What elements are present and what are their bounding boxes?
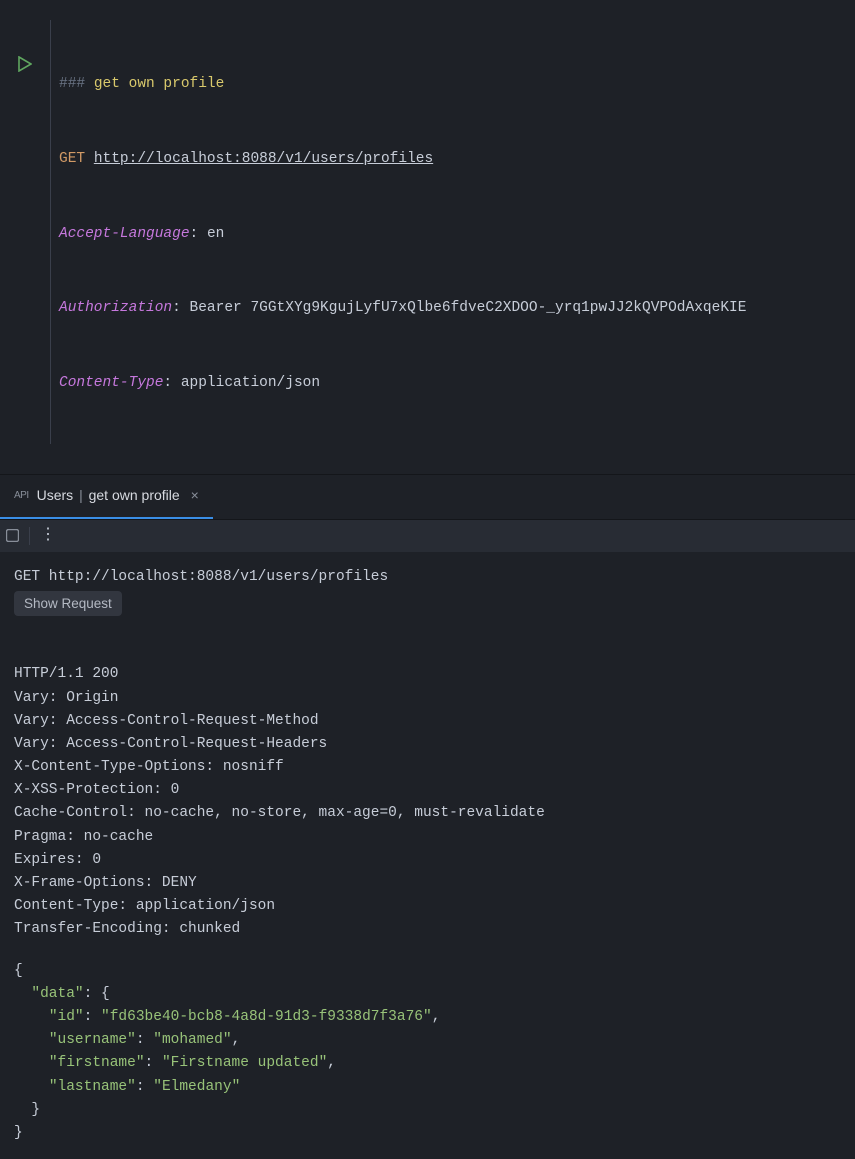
- json-line: "data": {: [14, 983, 841, 1006]
- stop-icon[interactable]: [6, 529, 19, 542]
- json-line: "firstname": "Firstname updated",: [14, 1052, 841, 1075]
- result-tab[interactable]: API Users | get own profile ×: [0, 475, 213, 519]
- json-line: {: [14, 960, 841, 983]
- response-pane[interactable]: GET http://localhost:8088/v1/users/profi…: [0, 552, 855, 1159]
- response-header: Expires: 0: [14, 849, 841, 872]
- json-line: "lastname": "Elmedany": [14, 1076, 841, 1099]
- more-options-icon[interactable]: ⋮: [40, 523, 56, 549]
- response-header: Cache-Control: no-cache, no-store, max-a…: [14, 802, 841, 825]
- result-tab-bar: API Users | get own profile ×: [0, 474, 855, 520]
- response-header: Content-Type: application/json: [14, 895, 841, 918]
- editor-gutter: [0, 0, 50, 444]
- request-line: GET http://localhost:8088/v1/users/profi…: [59, 145, 746, 173]
- json-line: "id": "fd63be40-bcb8-4a8d-91d3-f9338d7f3…: [14, 1006, 841, 1029]
- response-header: Transfer-Encoding: chunked: [14, 918, 841, 941]
- json-line: }: [14, 1122, 841, 1145]
- response-header: Vary: Access-Control-Request-Headers: [14, 733, 841, 756]
- response-request-line: GET http://localhost:8088/v1/users/profi…: [14, 566, 841, 589]
- json-line: "username": "mohamed",: [14, 1029, 841, 1052]
- tab-title-sep: |: [79, 487, 83, 503]
- response-status: HTTP/1.1 200: [14, 663, 841, 686]
- close-icon[interactable]: ×: [191, 484, 199, 506]
- api-icon: API: [14, 488, 29, 504]
- http-request-source[interactable]: ### get own profile GET http://localhost…: [51, 0, 746, 444]
- show-request-button[interactable]: Show Request: [14, 591, 122, 617]
- response-header: Pragma: no-cache: [14, 826, 841, 849]
- response-header: X-Frame-Options: DENY: [14, 872, 841, 895]
- request-header: Accept-Language: en: [59, 220, 746, 248]
- response-header: Vary: Access-Control-Request-Method: [14, 710, 841, 733]
- response-header: X-XSS-Protection: 0: [14, 779, 841, 802]
- run-request-icon[interactable]: [18, 30, 32, 81]
- response-header: Vary: Origin: [14, 687, 841, 710]
- tab-title-request: get own profile: [89, 487, 180, 503]
- tab-title-file: Users: [37, 487, 74, 503]
- response-header: X-Content-Type-Options: nosniff: [14, 756, 841, 779]
- request-heading: ### get own profile: [59, 70, 746, 98]
- request-header: Authorization: Bearer 7GGtXYg9KgujLyfU7x…: [59, 294, 746, 322]
- editor-pane: ### get own profile GET http://localhost…: [0, 0, 855, 474]
- response-toolbar: ⋮: [0, 520, 855, 552]
- json-line: }: [14, 1099, 841, 1122]
- request-header: Content-Type: application/json: [59, 369, 746, 397]
- toolbar-divider: [29, 527, 30, 545]
